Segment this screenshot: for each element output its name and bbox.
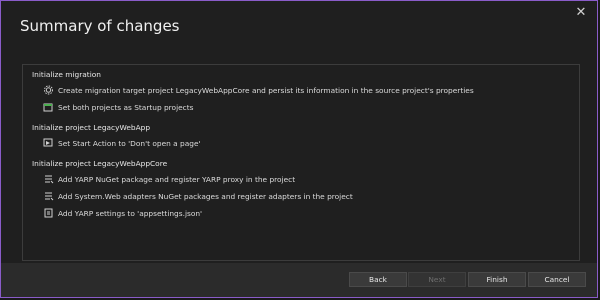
dialog-footer: Back Next Finish Cancel xyxy=(1,263,597,297)
section-header-initialize-legacywebappcore: Initialize project LegacyWebAppCore xyxy=(32,159,168,168)
list-item: Add System.Web adapters NuGet packages a… xyxy=(43,191,353,201)
item-text: Add YARP NuGet package and register YARP… xyxy=(58,174,296,184)
section-header-initialize-legacywebapp: Initialize project LegacyWebApp xyxy=(32,123,151,132)
package-list-icon xyxy=(43,191,54,201)
item-text: Set both projects as Startup projects xyxy=(58,102,194,112)
cancel-button[interactable]: Cancel xyxy=(528,272,586,287)
start-action-icon xyxy=(43,138,54,148)
list-item: Add YARP settings to 'appsettings.json' xyxy=(43,208,202,218)
list-item: Create migration target project LegacyWe… xyxy=(43,85,474,95)
item-text: Set Start Action to 'Don't open a page' xyxy=(58,138,201,148)
settings-file-icon xyxy=(43,208,54,218)
list-item: Add YARP NuGet package and register YARP… xyxy=(43,174,295,184)
back-button[interactable]: Back xyxy=(349,272,407,287)
dialog-title: Summary of changes xyxy=(20,17,180,35)
next-button[interactable]: Next xyxy=(408,272,466,287)
finish-button[interactable]: Finish xyxy=(468,272,526,287)
item-text: Create migration target project LegacyWe… xyxy=(58,85,474,95)
gear-icon xyxy=(43,85,54,95)
close-button[interactable]: ✕ xyxy=(573,5,589,21)
summary-panel: Initialize migration Create migration ta… xyxy=(22,64,580,261)
list-item: Set both projects as Startup projects xyxy=(43,102,194,112)
list-item: Set Start Action to 'Don't open a page' xyxy=(43,138,201,148)
startup-projects-icon xyxy=(43,102,54,112)
item-text: Add System.Web adapters NuGet packages a… xyxy=(58,191,353,201)
item-text: Add YARP settings to 'appsettings.json' xyxy=(58,208,203,218)
summary-dialog: ✕ Summary of changes Initialize migratio… xyxy=(0,0,598,298)
section-header-initialize-migration: Initialize migration xyxy=(32,70,101,79)
package-list-icon xyxy=(43,174,54,184)
